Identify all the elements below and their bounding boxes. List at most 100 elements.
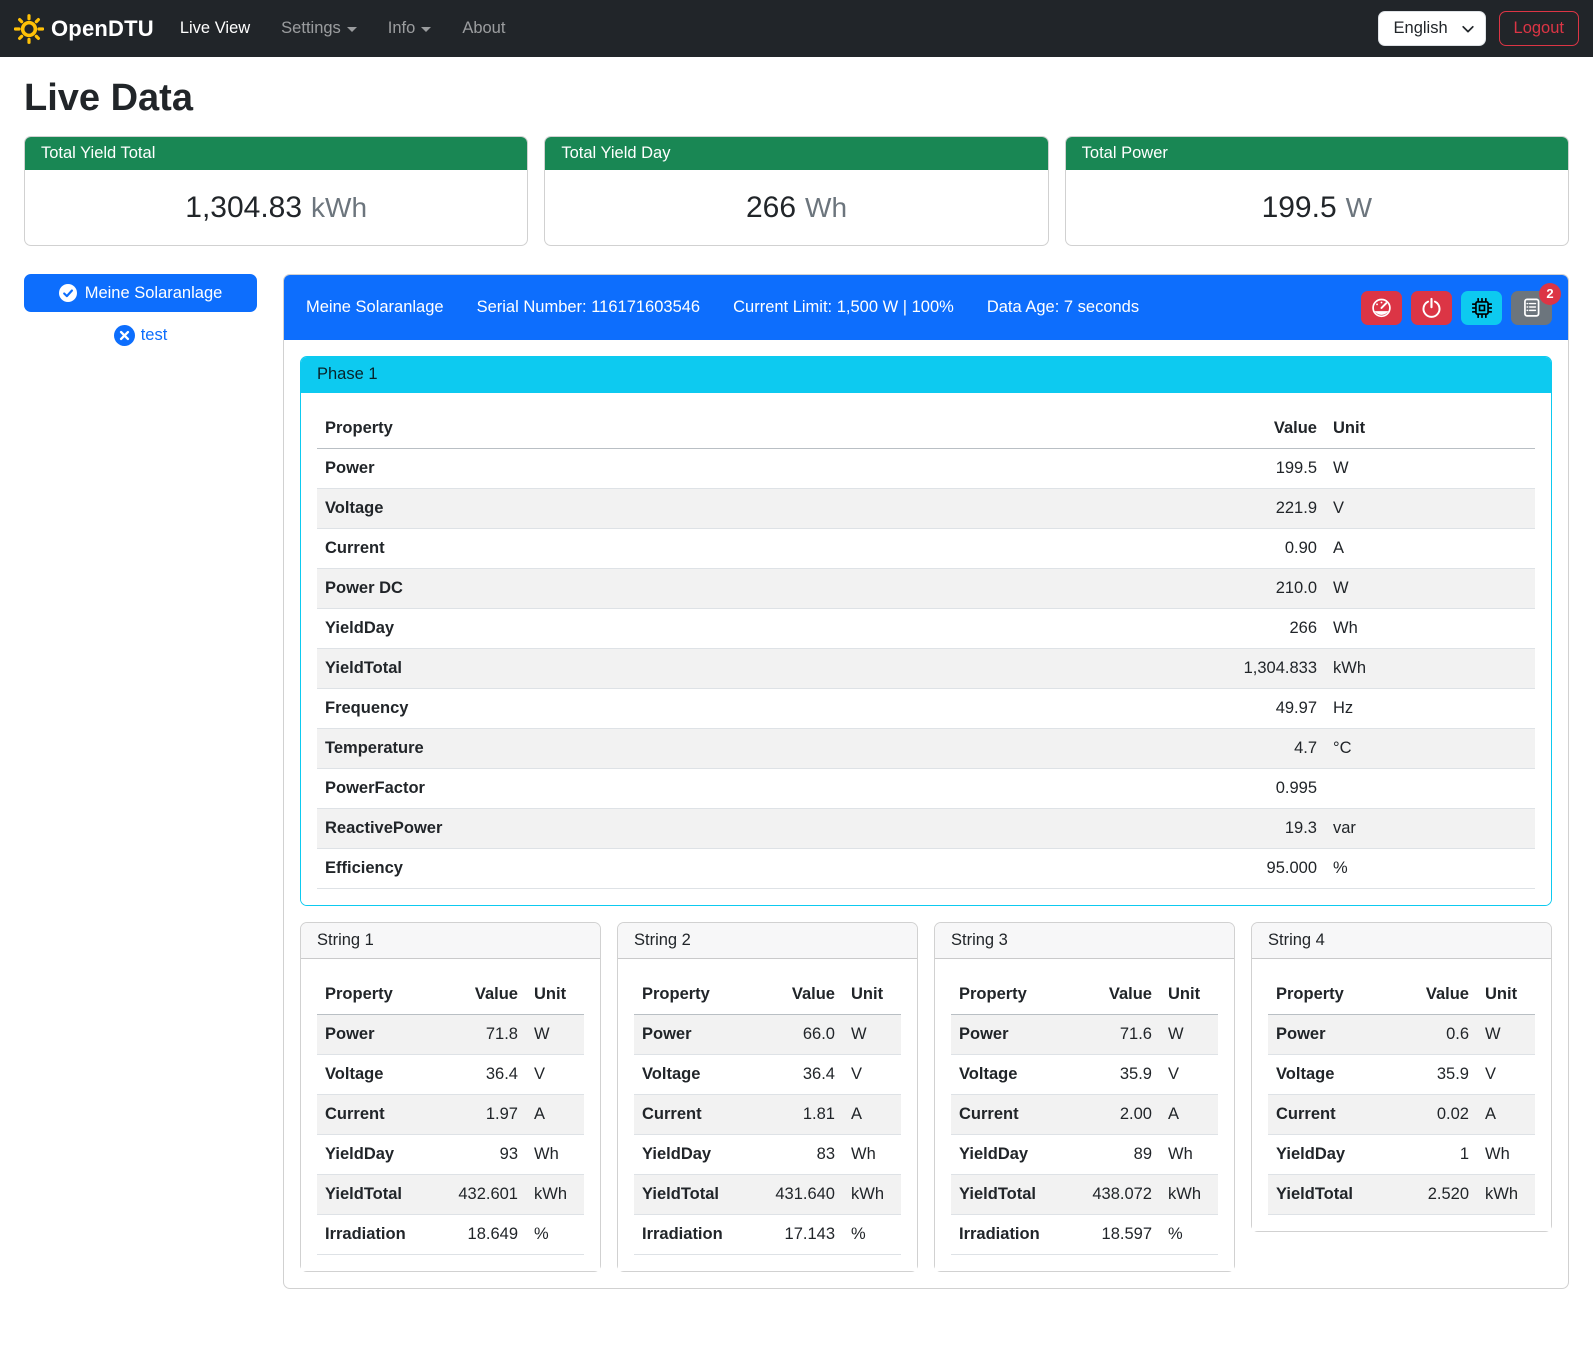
value-cell: 0.6 bbox=[1396, 1015, 1477, 1055]
property-cell: Power bbox=[317, 1015, 434, 1055]
property-cell: YieldDay bbox=[317, 609, 921, 649]
property-cell: Frequency bbox=[317, 689, 921, 729]
table-row: YieldDay 1 Wh bbox=[1268, 1135, 1535, 1175]
nav-links: Live View Settings Info About bbox=[180, 19, 506, 38]
power-toggle-button[interactable] bbox=[1411, 291, 1452, 325]
inverter-link-test[interactable]: test bbox=[24, 325, 257, 346]
logout-button[interactable]: Logout bbox=[1499, 11, 1579, 46]
caret-down-icon bbox=[347, 27, 357, 32]
summary-card-title: Total Power bbox=[1066, 137, 1568, 170]
sun-icon bbox=[14, 14, 44, 44]
language-select[interactable]: English bbox=[1378, 11, 1486, 46]
summary-card-value: 266 bbox=[746, 191, 796, 225]
value-cell: 266 bbox=[921, 609, 1325, 649]
inverter-card-header: Meine Solaranlage Serial Number: 1161716… bbox=[284, 275, 1568, 340]
brand-name: OpenDTU bbox=[51, 16, 154, 42]
property-cell: YieldTotal bbox=[1268, 1175, 1396, 1215]
table-row: YieldDay 93 Wh bbox=[317, 1135, 584, 1175]
table-row: YieldTotal 438.072 kWh bbox=[951, 1175, 1218, 1215]
inverter-card: Meine Solaranlage Serial Number: 1161716… bbox=[283, 274, 1569, 1289]
unit-cell: W bbox=[1160, 1015, 1218, 1055]
value-cell: 66.0 bbox=[751, 1015, 843, 1055]
unit-cell: V bbox=[1477, 1055, 1535, 1095]
table-row: YieldTotal 431.640 kWh bbox=[634, 1175, 901, 1215]
table-row: YieldDay 89 Wh bbox=[951, 1135, 1218, 1175]
brand-link[interactable]: OpenDTU bbox=[14, 14, 154, 44]
event-log-button[interactable]: 2 bbox=[1511, 291, 1552, 325]
value-column-header: Value bbox=[921, 409, 1325, 449]
table-row: ReactivePower 19.3 var bbox=[317, 809, 1535, 849]
limit-settings-button[interactable] bbox=[1361, 291, 1402, 325]
unit-cell: V bbox=[1160, 1055, 1218, 1095]
unit-cell: % bbox=[526, 1215, 584, 1255]
table-row: YieldDay 83 Wh bbox=[634, 1135, 901, 1175]
table-row: Current 0.90 A bbox=[317, 529, 1535, 569]
value-cell: 1.81 bbox=[751, 1095, 843, 1135]
unit-cell: kWh bbox=[1325, 649, 1535, 689]
unit-cell: var bbox=[1325, 809, 1535, 849]
nav-item-about[interactable]: About bbox=[462, 19, 505, 38]
property-cell: Efficiency bbox=[317, 849, 921, 889]
unit-cell: Wh bbox=[1477, 1135, 1535, 1175]
property-cell: Current bbox=[317, 1095, 434, 1135]
table-header-row: Property Value Unit bbox=[317, 409, 1535, 449]
unit-cell: kWh bbox=[843, 1175, 901, 1215]
nav-item-settings[interactable]: Settings bbox=[281, 19, 357, 38]
value-cell: 4.7 bbox=[921, 729, 1325, 769]
property-cell: YieldDay bbox=[951, 1135, 1068, 1175]
value-cell: 17.143 bbox=[751, 1215, 843, 1255]
nav-item-info[interactable]: Info bbox=[388, 19, 432, 38]
value-cell: 18.649 bbox=[434, 1215, 526, 1255]
value-cell: 0.90 bbox=[921, 529, 1325, 569]
unit-cell: A bbox=[843, 1095, 901, 1135]
table-row: Current 2.00 A bbox=[951, 1095, 1218, 1135]
value-cell: 71.8 bbox=[434, 1015, 526, 1055]
inverter-serial: Serial Number: 116171603546 bbox=[477, 298, 701, 317]
unit-cell: W bbox=[1325, 449, 1535, 489]
value-cell: 19.3 bbox=[921, 809, 1325, 849]
property-cell: Irradiation bbox=[317, 1215, 434, 1255]
property-cell: YieldTotal bbox=[951, 1175, 1068, 1215]
summary-card-value: 199.5 bbox=[1262, 191, 1337, 225]
table-header-row: Property Value Unit bbox=[634, 975, 901, 1015]
string-table: Property Value Unit Power bbox=[1268, 975, 1535, 1215]
string-panel-2: String 2 Property Value Unit bbox=[617, 922, 918, 1272]
value-cell: 1 bbox=[1396, 1135, 1477, 1175]
table-row: YieldTotal 1,304.833 kWh bbox=[317, 649, 1535, 689]
property-cell: Power bbox=[1268, 1015, 1396, 1055]
unit-column-header: Unit bbox=[1325, 409, 1535, 449]
radio-info-button[interactable] bbox=[1461, 291, 1502, 325]
page-title: Live Data bbox=[24, 77, 1569, 120]
journal-text-icon bbox=[1521, 297, 1542, 318]
table-row: YieldDay 266 Wh bbox=[317, 609, 1535, 649]
summary-card: Total Yield Total 1,304.83 kWh bbox=[24, 136, 528, 246]
table-row: PowerFactor 0.995 bbox=[317, 769, 1535, 809]
inverter-name: Meine Solaranlage bbox=[306, 298, 444, 317]
unit-cell: A bbox=[1477, 1095, 1535, 1135]
gauge-icon bbox=[1371, 297, 1392, 318]
property-cell: Irradiation bbox=[951, 1215, 1068, 1255]
unit-cell: Wh bbox=[843, 1135, 901, 1175]
unit-cell: A bbox=[526, 1095, 584, 1135]
property-cell: PowerFactor bbox=[317, 769, 921, 809]
inverter-data-age: Data Age: 7 seconds bbox=[987, 298, 1139, 317]
property-cell: Voltage bbox=[634, 1055, 751, 1095]
table-row: Efficiency 95.000 % bbox=[317, 849, 1535, 889]
property-cell: Voltage bbox=[317, 489, 921, 529]
value-cell: 438.072 bbox=[1068, 1175, 1160, 1215]
table-row: Voltage 35.9 V bbox=[951, 1055, 1218, 1095]
property-cell: YieldTotal bbox=[317, 649, 921, 689]
inverter-select-button[interactable]: Meine Solaranlage bbox=[24, 274, 257, 312]
value-cell: 35.9 bbox=[1068, 1055, 1160, 1095]
unit-cell: W bbox=[1477, 1015, 1535, 1055]
value-cell: 93 bbox=[434, 1135, 526, 1175]
unit-cell: V bbox=[1325, 489, 1535, 529]
unit-cell: % bbox=[1160, 1215, 1218, 1255]
nav-item-live-view[interactable]: Live View bbox=[180, 19, 250, 38]
string-panel-title: String 2 bbox=[618, 923, 917, 959]
table-row: Power 71.6 W bbox=[951, 1015, 1218, 1055]
unit-cell: kWh bbox=[1160, 1175, 1218, 1215]
property-cell: Voltage bbox=[951, 1055, 1068, 1095]
unit-cell: V bbox=[843, 1055, 901, 1095]
unit-cell: A bbox=[1325, 529, 1535, 569]
